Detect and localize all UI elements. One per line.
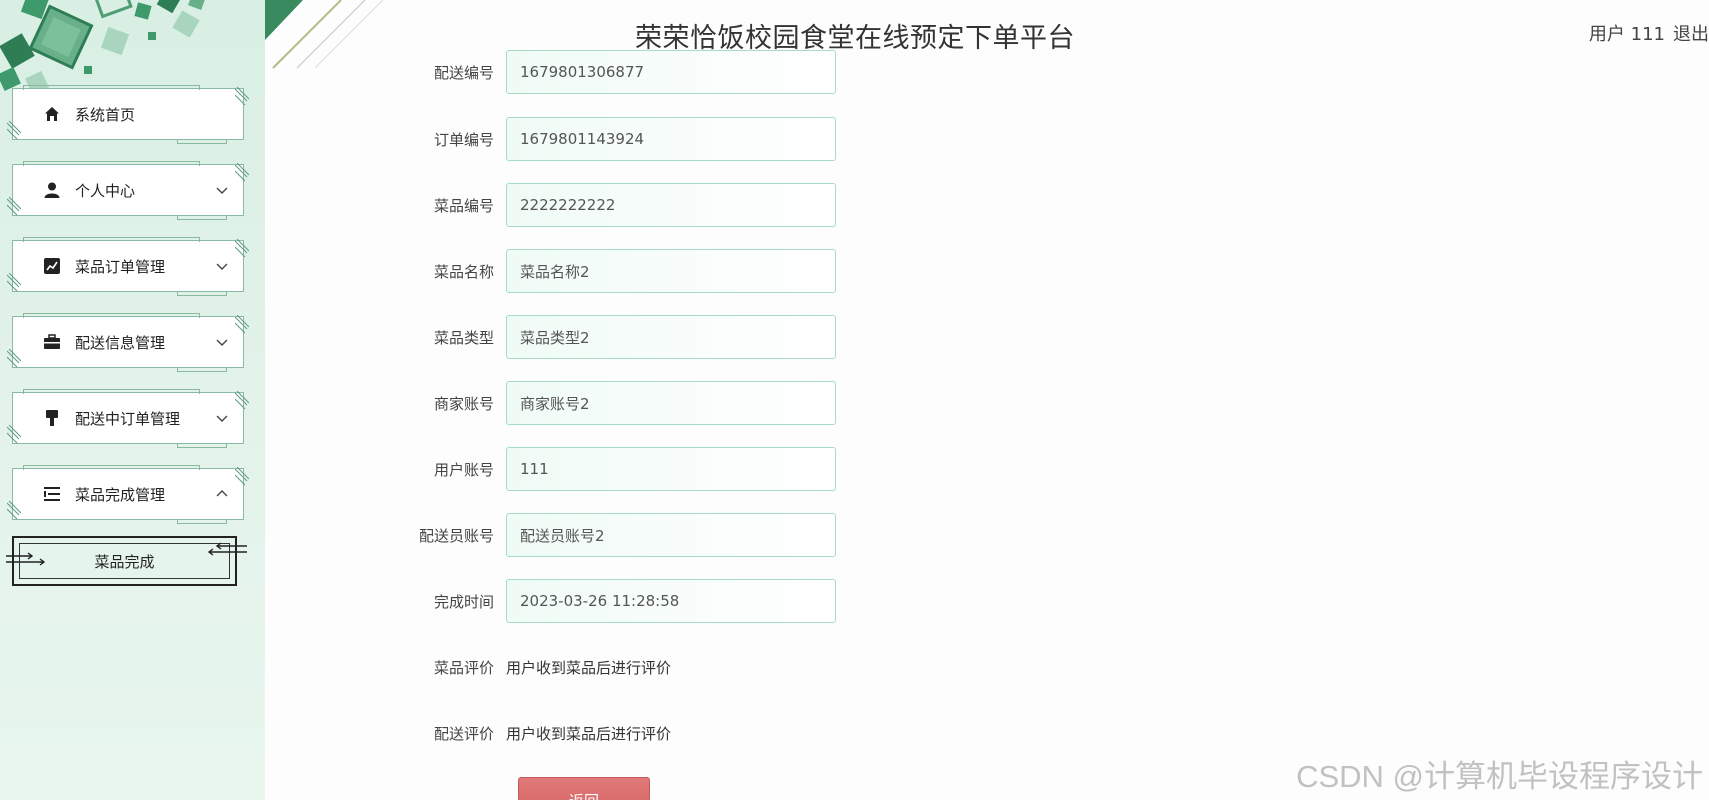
- form-row-dish-type: 菜品类型: [400, 315, 836, 359]
- form-row-user-account: 用户账号: [400, 447, 836, 491]
- form-row-dish-name: 菜品名称: [400, 249, 836, 293]
- chart-icon: [42, 256, 62, 276]
- sidebar-item-label: 菜品完成管理: [75, 485, 166, 504]
- hatch-decoration: [7, 273, 21, 292]
- watermark: CSDN @计算机毕设程序设计: [1296, 759, 1703, 794]
- field-label: 配送评价: [433, 724, 494, 743]
- sidebar-item-label: 配送信息管理: [75, 333, 166, 352]
- sidebar: 系统首页 个人中心 菜品订单管理 配送信息管理 配送中订单管理 菜品完成管理 菜…: [0, 0, 265, 800]
- sidebar-item-dish-completion[interactable]: 菜品完成管理: [7, 465, 249, 524]
- logout-link[interactable]: 退出: [1673, 20, 1709, 46]
- hatch-decoration: [7, 121, 21, 140]
- dish-type-input[interactable]: [506, 315, 836, 359]
- hatch-decoration: [235, 163, 249, 182]
- form-row-order-no: 订单编号: [400, 117, 836, 161]
- hatch-decoration: [7, 197, 21, 216]
- sidebar-decoration: [0, 0, 206, 95]
- dish-name-input[interactable]: [506, 249, 836, 293]
- back-button[interactable]: 返回: [518, 777, 650, 800]
- field-label: 菜品编号: [433, 196, 494, 215]
- user-icon: [42, 180, 62, 200]
- field-label: 菜品名称: [433, 262, 494, 281]
- hatch-decoration: [7, 349, 21, 368]
- form-row-dish-review: 菜品评价 用户收到菜品后进行评价: [400, 645, 671, 689]
- hatch-decoration: [235, 391, 249, 410]
- courier-account-input[interactable]: [506, 513, 836, 557]
- user-account-input[interactable]: [506, 447, 836, 491]
- dish-no-input[interactable]: [506, 183, 836, 227]
- sidebar-item-home[interactable]: 系统首页: [7, 85, 249, 144]
- hatch-decoration: [235, 467, 249, 486]
- field-label: 完成时间: [433, 592, 494, 611]
- delivery-review-text: 用户收到菜品后进行评价: [506, 724, 672, 743]
- form-row-dish-no: 菜品编号: [400, 183, 836, 227]
- chevron-up-icon: [216, 490, 228, 497]
- field-label: 用户账号: [433, 460, 494, 479]
- hatch-decoration: [235, 315, 249, 334]
- field-label: 配送员账号: [418, 526, 494, 545]
- sidebar-item-label: 菜品订单管理: [75, 257, 166, 276]
- chevron-down-icon: [216, 187, 228, 194]
- list-icon: [42, 484, 62, 504]
- sidebar-subitem-dish-completed[interactable]: 菜品完成: [6, 536, 247, 586]
- field-label: 订单编号: [433, 130, 494, 149]
- form-row-delivery-no: 配送编号: [400, 50, 836, 94]
- hatch-decoration: [7, 425, 21, 444]
- briefcase-icon: [42, 332, 62, 352]
- subitem-label: 菜品完成: [94, 552, 155, 571]
- header-decoration: [265, 0, 384, 69]
- user-name: 用户 111: [1588, 24, 1665, 45]
- sidebar-item-delivery-info[interactable]: 配送信息管理: [7, 313, 249, 372]
- hatch-decoration: [7, 501, 21, 520]
- hatch-decoration: [235, 87, 249, 106]
- field-label: 菜品类型: [433, 328, 494, 347]
- chevron-down-icon: [216, 263, 228, 270]
- completion-time-input[interactable]: [506, 579, 836, 623]
- sidebar-item-label: 系统首页: [75, 105, 136, 124]
- form-row-delivery-review: 配送评价 用户收到菜品后进行评价: [400, 711, 671, 755]
- sidebar-item-dish-orders[interactable]: 菜品订单管理: [7, 237, 249, 296]
- field-label: 商家账号: [433, 394, 494, 413]
- form-row-completion-time: 完成时间: [400, 579, 836, 623]
- dish-review-text: 用户收到菜品后进行评价: [506, 658, 672, 677]
- delivery-no-input[interactable]: [506, 50, 836, 94]
- field-label: 配送编号: [433, 63, 494, 82]
- chevron-down-icon: [216, 339, 228, 346]
- merchant-account-input[interactable]: [506, 381, 836, 425]
- hatch-decoration: [235, 239, 249, 258]
- chevron-down-icon: [216, 415, 228, 422]
- home-icon: [42, 104, 62, 124]
- form-row-merchant-account: 商家账号: [400, 381, 836, 425]
- order-no-input[interactable]: [506, 117, 836, 161]
- sidebar-item-label: 配送中订单管理: [75, 409, 181, 428]
- arrow-right-icon: [6, 552, 46, 566]
- sidebar-item-delivering-orders[interactable]: 配送中订单管理: [7, 389, 249, 448]
- sidebar-item-label: 个人中心: [75, 181, 136, 200]
- sidebar-item-personal-center[interactable]: 个人中心: [7, 161, 249, 220]
- field-label: 菜品评价: [433, 658, 494, 677]
- arrow-left-icon: [207, 542, 247, 556]
- brush-icon: [42, 408, 62, 428]
- form-row-courier-account: 配送员账号: [400, 513, 836, 557]
